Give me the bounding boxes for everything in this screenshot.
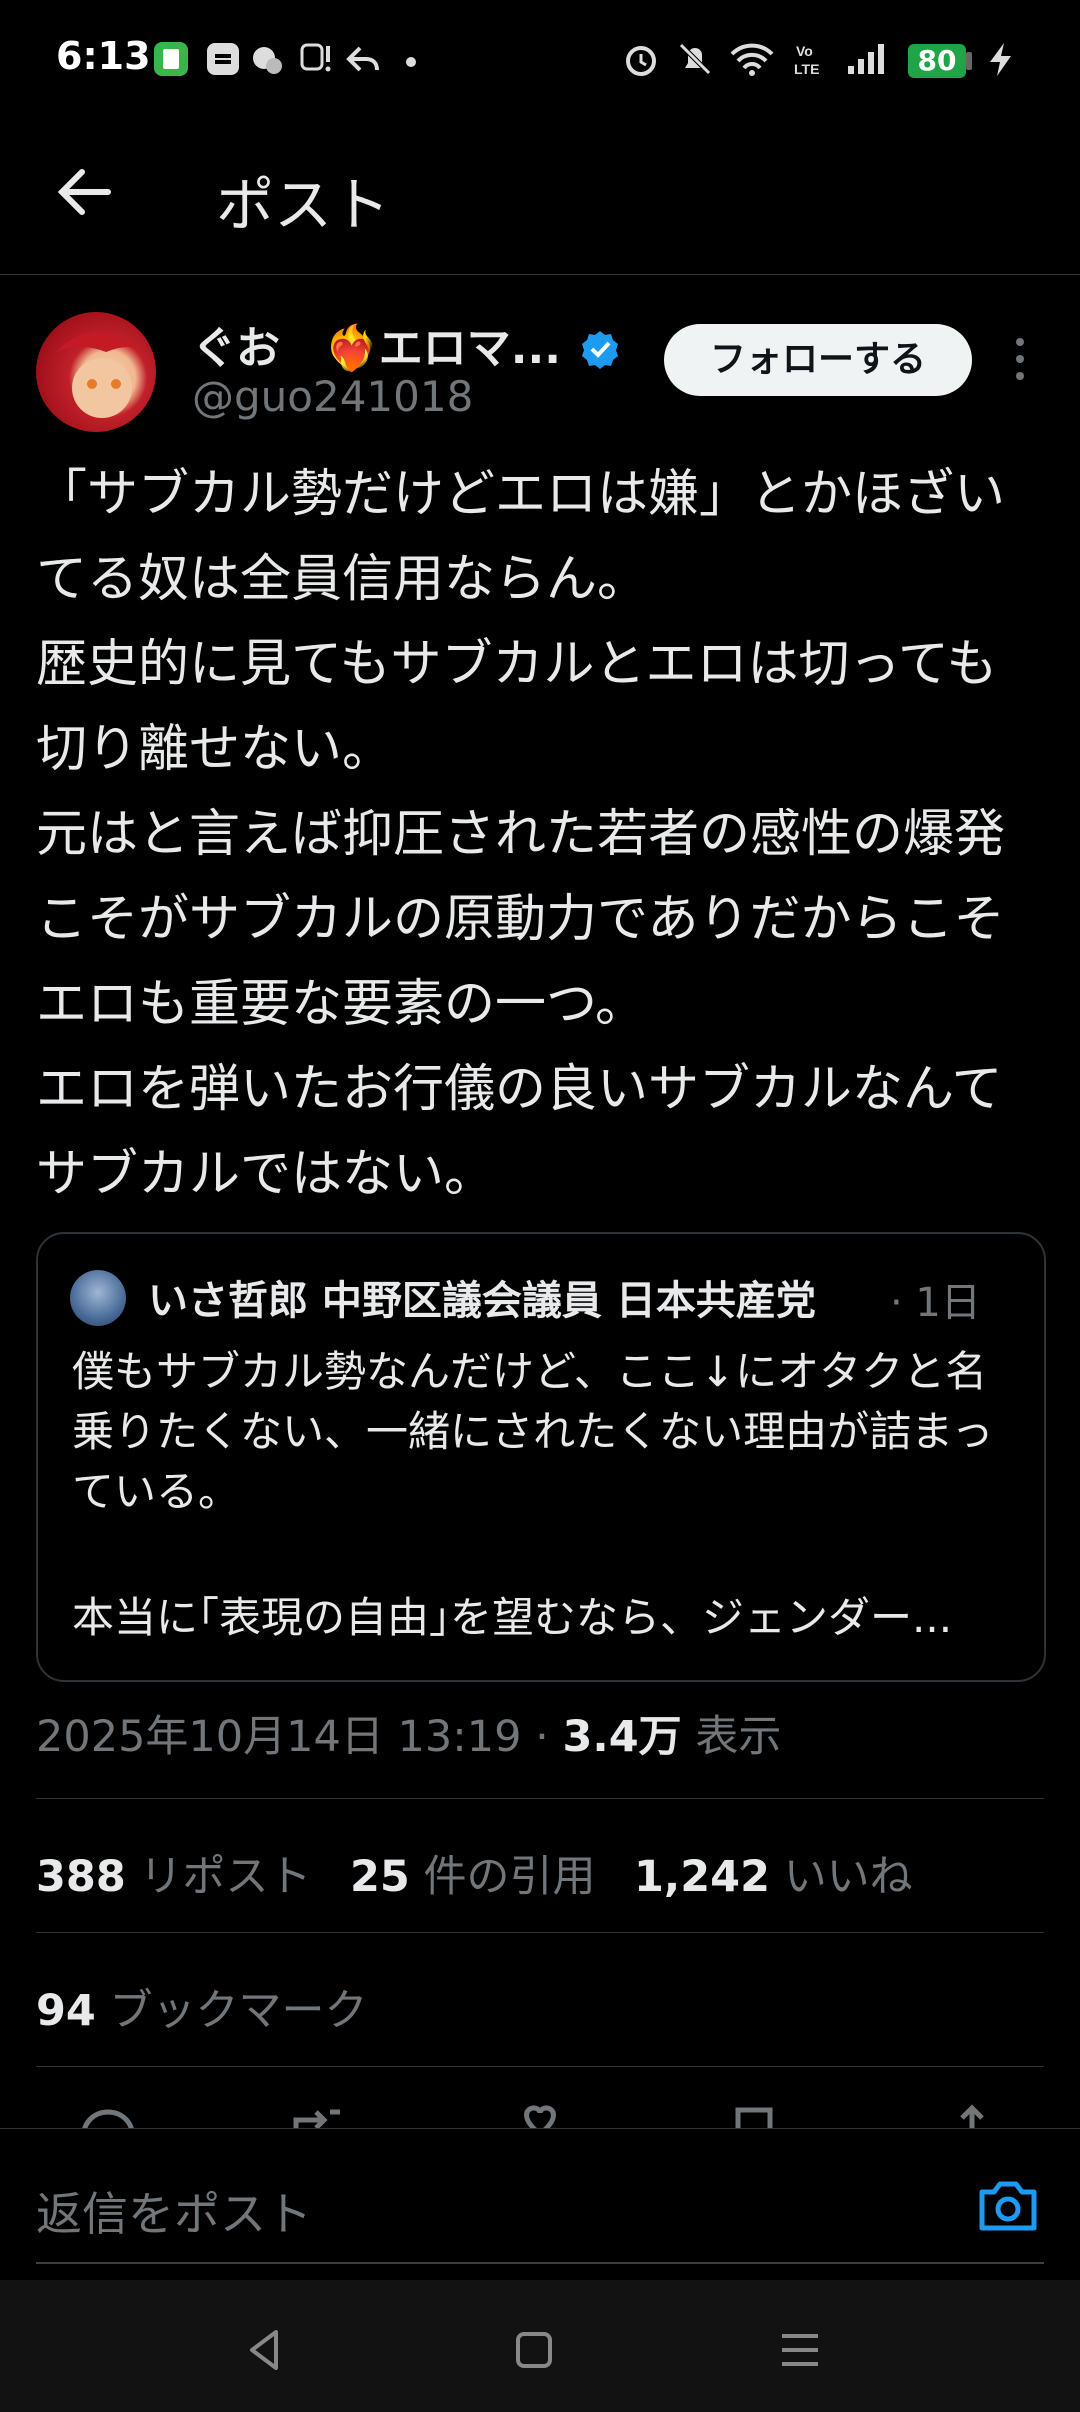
quoted-post-time: · 1日 [890,1280,981,1326]
bookmark-number: 94 [36,1986,96,2036]
battery-indicator: 80 [908,44,966,78]
back-arrow-icon[interactable] [52,160,116,224]
repost-count[interactable]: 388 リポスト [36,1842,311,1904]
svg-text:LTE: LTE [794,61,819,77]
header-divider [0,274,1080,275]
divider [36,1932,1044,1933]
like-count[interactable]: 1,242 いいね [634,1842,913,1904]
page-title: ポスト [216,171,391,239]
post-text: 「サブカル勢だけどエロは嫌」とかほざいてる奴は全員信用ならん。 歴史的に見てもサ… [36,465,1006,1204]
status-bar: 6:13 Vo LTE 80 [0,0,1080,120]
charging-icon [990,43,1011,76]
divider [36,1798,1044,1799]
view-label: 表示 [681,1712,782,1762]
quoted-post-text: 僕もサブカル勢なんだけど、ここ↓にオタクと名乗りたくない、一緒にされたくない理由… [72,1347,994,1516]
nav-back-icon[interactable] [236,2320,296,2380]
view-count[interactable]: 3.4万 [562,1712,681,1762]
more-options-icon[interactable] [1004,334,1036,384]
like-number: 1,242 [634,1852,771,1902]
quoted-post-text-continued: 本当に｢表現の自由｣を望むなら、ジェンダー... [72,1593,953,1642]
app-icon [154,42,188,76]
reply-input[interactable]: 返信をポスト [36,2178,312,2244]
weather-icon [253,47,282,74]
bookmark-label: ブックマーク [109,1986,368,2036]
like-label: いいね [783,1852,913,1902]
follow-button[interactable]: フォローする [664,324,972,396]
reply-underline [36,2262,1044,2264]
quoted-author-name: いさ哲郎 中野区議会議員 日本共産党 [148,1278,816,1324]
repost-number: 388 [36,1852,126,1902]
sync-icon [207,43,239,75]
quote-number: 25 [350,1852,410,1902]
nav-home-icon[interactable] [504,2320,564,2380]
quoted-author-avatar [70,1270,126,1326]
author-name[interactable]: ぐお ❤️‍🔥エロマ... [192,323,561,374]
dot-icon [406,57,416,67]
volte-icon: Vo LTE [794,43,819,77]
battery-tip [966,52,972,70]
verified-badge-icon [582,331,619,369]
post-datetime: 2025年10月14日 13:19 · [36,1712,563,1762]
alarm-icon [626,46,656,76]
author-name-row[interactable]: ぐお ❤️‍🔥エロマ... [192,312,620,376]
author-handle[interactable]: @guo241018 [192,372,473,421]
camera-icon[interactable] [976,2176,1040,2234]
post-meta: 2025年10月14日 13:19 · 3.4万 表示 [36,1702,781,1764]
repost-label: リポスト [139,1852,312,1902]
status-time: 6:13 [56,34,151,78]
reply-arrow-icon [346,46,379,72]
bookmark-count[interactable]: 94 ブックマーク [36,1976,368,2038]
reply-divider [0,2128,1080,2129]
transit-icon [300,43,331,72]
svg-text:Vo: Vo [796,43,813,59]
mute-icon [679,43,711,75]
signal-icon [848,44,884,74]
nav-menu-icon[interactable] [770,2320,830,2380]
quote-label: 件の引用 [423,1852,596,1902]
quote-count[interactable]: 25 件の引用 [350,1842,596,1904]
author-avatar[interactable] [36,312,156,432]
wifi-icon [730,43,774,76]
divider [36,2066,1044,2067]
